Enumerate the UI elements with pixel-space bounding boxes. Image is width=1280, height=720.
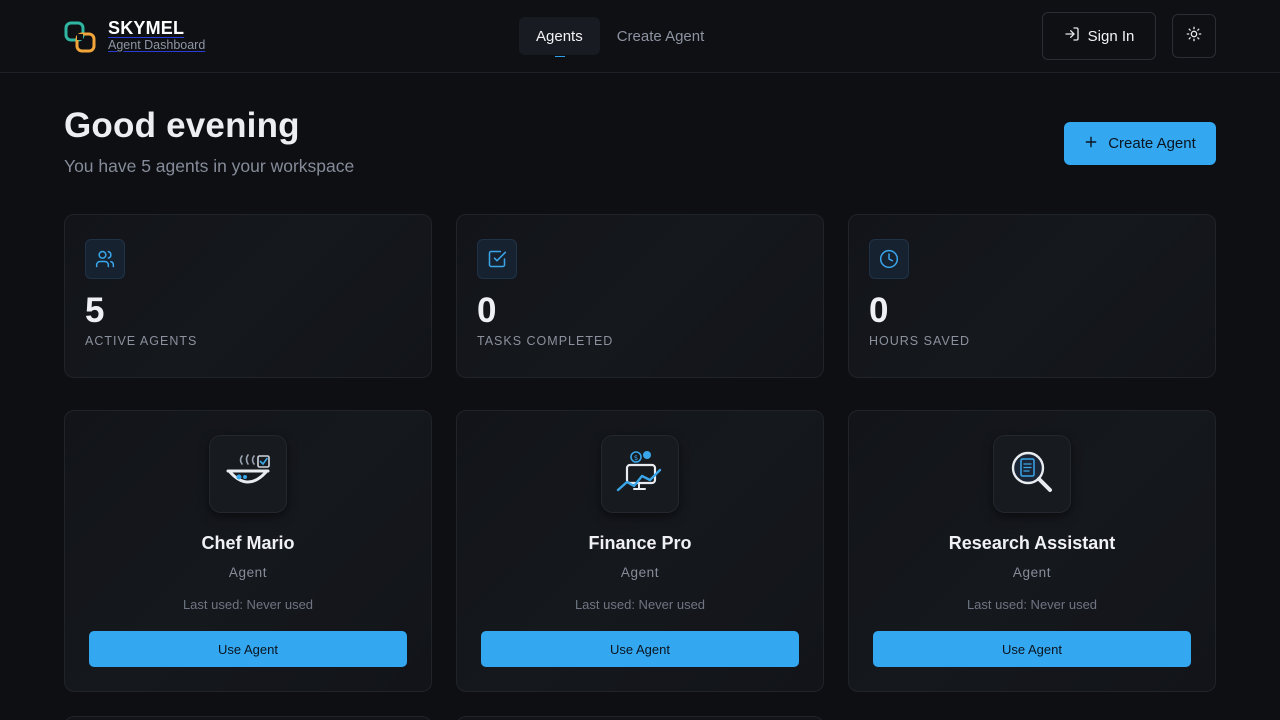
stat-card-tasks-completed: 0 TASKS COMPLETED <box>456 214 824 378</box>
agent-card-chef-mario: Chef Mario Agent Last used: Never used U… <box>64 410 432 692</box>
create-agent-label: Create Agent <box>1108 135 1196 152</box>
sign-in-button[interactable]: Sign In <box>1042 12 1156 60</box>
agent-name: Chef Mario <box>201 533 295 553</box>
agent-last-used: Last used: Never used <box>966 597 1098 612</box>
use-agent-button[interactable]: Use Agent <box>873 631 1191 667</box>
svg-text:$: $ <box>634 454 638 462</box>
agent-role: Agent <box>620 565 660 580</box>
brand[interactable]: SKYMEL Agent Dashboard <box>64 18 206 53</box>
create-agent-button[interactable]: Create Agent <box>1064 122 1216 165</box>
agent-last-used: Last used: Never used <box>574 597 706 612</box>
check-square-icon <box>477 239 517 279</box>
agent-name: Finance Pro <box>588 533 692 553</box>
stat-label: TASKS COMPLETED <box>477 334 614 348</box>
page-subtitle: You have 5 agents in your workspace <box>64 156 355 176</box>
agent-card-partial <box>64 716 432 720</box>
plus-icon <box>1084 135 1098 153</box>
brand-name: SKYMEL <box>108 18 185 38</box>
use-agent-button[interactable]: Use Agent <box>481 631 799 667</box>
agent-role: Agent <box>1012 565 1052 580</box>
sign-in-icon <box>1064 26 1080 46</box>
finance-chart-icon: $ <box>601 435 679 513</box>
agent-card-research-assistant: Research Assistant Agent Last used: Neve… <box>848 410 1216 692</box>
stat-value: 0 <box>477 291 497 330</box>
agent-role: Agent <box>228 565 268 580</box>
clock-icon <box>869 239 909 279</box>
users-icon <box>85 239 125 279</box>
chef-cooking-pot-icon <box>209 435 287 513</box>
magnifier-document-icon <box>993 435 1071 513</box>
sign-in-label: Sign In <box>1087 27 1135 45</box>
stat-value: 0 <box>869 291 889 330</box>
stat-card-hours-saved: 0 HOURS SAVED <box>848 214 1216 378</box>
page-title: Good evening <box>64 106 300 145</box>
sun-icon <box>1186 26 1202 47</box>
use-agent-button[interactable]: Use Agent <box>89 631 407 667</box>
top-navigation-bar: SKYMEL Agent Dashboard Agents Create Age… <box>0 0 1280 73</box>
agent-card-finance-pro: $ Finance Pro Agent Last used: Never use… <box>456 410 824 692</box>
tab-agents[interactable]: Agents <box>519 17 600 57</box>
stat-card-active-agents: 5 ACTIVE AGENTS <box>64 214 432 378</box>
agent-name: Research Assistant <box>948 533 1116 553</box>
tab-create-agent[interactable]: Create Agent <box>600 17 722 55</box>
main-nav: Agents Create Agent <box>519 17 722 57</box>
theme-toggle-button[interactable] <box>1172 14 1216 58</box>
agent-card-partial <box>456 716 824 720</box>
skymel-logo-icon <box>64 21 96 53</box>
brand-subtitle: Agent Dashboard <box>108 38 206 52</box>
stat-label: HOURS SAVED <box>869 334 971 348</box>
stat-label: ACTIVE AGENTS <box>85 334 198 348</box>
agent-last-used: Last used: Never used <box>182 597 314 612</box>
stat-value: 5 <box>85 291 105 330</box>
